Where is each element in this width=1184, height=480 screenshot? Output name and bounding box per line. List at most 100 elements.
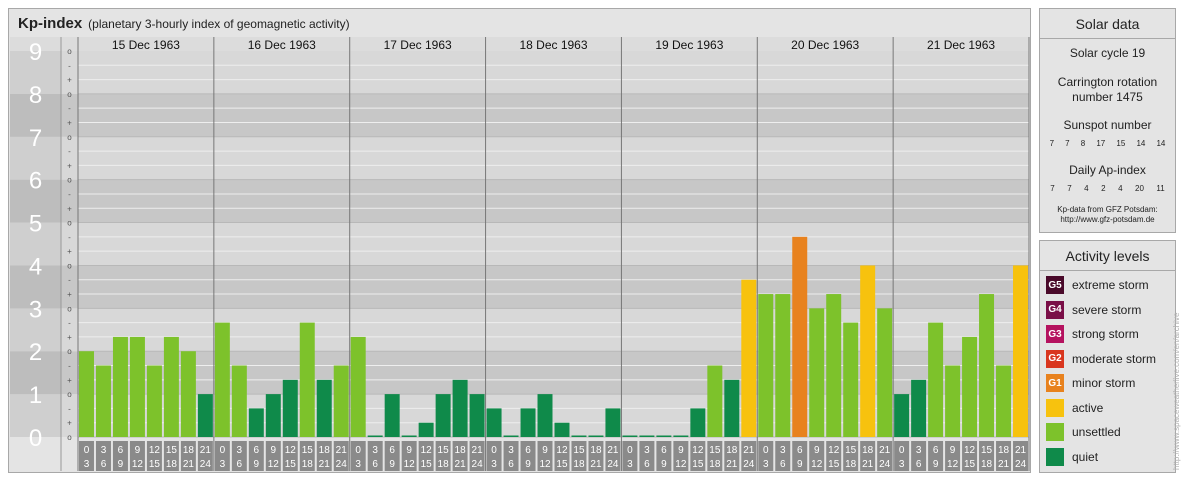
y-tick-label: 7 bbox=[29, 125, 42, 152]
minor-tick-label: - bbox=[68, 404, 71, 413]
interval-start-label: 3 bbox=[237, 445, 243, 456]
interval-end-label: 15 bbox=[149, 459, 161, 470]
kp-bar bbox=[214, 322, 230, 437]
interval-start-label: 18 bbox=[726, 445, 738, 456]
y-tick-label: 8 bbox=[29, 82, 42, 109]
kp-band bbox=[10, 51, 1029, 94]
interval-end-label: 21 bbox=[183, 459, 195, 470]
interval-start-label: 15 bbox=[981, 445, 993, 456]
kp-bar bbox=[588, 435, 604, 437]
interval-start-label: 18 bbox=[998, 445, 1010, 456]
interval-end-label: 12 bbox=[132, 459, 144, 470]
kp-bar bbox=[146, 365, 162, 437]
interval-start-label: 0 bbox=[84, 445, 90, 456]
kp-bar bbox=[418, 422, 434, 437]
watermark-url: http://www.spaceweatherlive.com/en/archi… bbox=[1172, 312, 1181, 470]
y-tick-label: 5 bbox=[29, 211, 42, 238]
interval-start-label: 12 bbox=[421, 445, 433, 456]
kp-bar bbox=[826, 294, 842, 437]
kp-bar bbox=[129, 336, 145, 437]
legend-label: active bbox=[1072, 400, 1104, 415]
interval-end-label: 3 bbox=[627, 459, 633, 470]
sunspot-value: 7 bbox=[1065, 139, 1070, 148]
kp-bar bbox=[503, 435, 519, 437]
carrington-line1: Carrington rotation bbox=[1057, 75, 1158, 89]
minor-tick-label: - bbox=[68, 147, 71, 156]
kp-bar bbox=[792, 236, 808, 437]
interval-end-label: 15 bbox=[556, 459, 568, 470]
interval-start-label: 18 bbox=[455, 445, 467, 456]
kp-bar bbox=[231, 365, 247, 437]
kp-bar bbox=[656, 435, 672, 437]
source-line2[interactable]: http://www.gfz-potsdam.de bbox=[1040, 215, 1175, 225]
interval-start-label: 15 bbox=[166, 445, 178, 456]
legend-swatch: G1 bbox=[1046, 374, 1064, 392]
minor-tick-label: o bbox=[67, 90, 72, 99]
kp-bar bbox=[775, 294, 791, 437]
interval-end-label: 18 bbox=[438, 459, 450, 470]
legend-swatch bbox=[1046, 447, 1064, 466]
kp-bar bbox=[707, 365, 723, 437]
minor-tick-label: o bbox=[67, 347, 72, 356]
interval-start-label: 9 bbox=[950, 445, 956, 456]
interval-end-label: 6 bbox=[372, 459, 378, 470]
interval-start-label: 0 bbox=[491, 445, 497, 456]
interval-end-label: 24 bbox=[879, 459, 891, 470]
legend-label: moderate storm bbox=[1072, 351, 1157, 366]
interval-end-label: 6 bbox=[644, 459, 650, 470]
legend-label: extreme storm bbox=[1072, 278, 1149, 292]
interval-end-label: 15 bbox=[421, 459, 433, 470]
kp-band bbox=[10, 93, 1029, 137]
kp-bar bbox=[979, 294, 995, 437]
ap-value: 7 bbox=[1067, 184, 1072, 193]
interval-end-label: 15 bbox=[828, 459, 840, 470]
interval-end-label: 24 bbox=[743, 459, 755, 470]
day-label: 21 Dec 1963 bbox=[927, 38, 995, 52]
interval-start-label: 6 bbox=[797, 445, 803, 456]
minor-tick-label: - bbox=[68, 104, 71, 113]
kp-bar-chart: o+-o+-o+-o+-o+-o+-o+-o+-o+-o0123456789 15… bbox=[10, 37, 1030, 471]
ap-value: 7 bbox=[1050, 184, 1055, 193]
kp-bar bbox=[758, 294, 774, 437]
legend-item: G2 moderate storm bbox=[1046, 349, 1156, 369]
interval-end-label: 3 bbox=[84, 459, 90, 470]
interval-end-label: 9 bbox=[797, 459, 803, 470]
sunspot-value: 14 bbox=[1136, 139, 1146, 148]
interval-start-label: 12 bbox=[692, 445, 704, 456]
interval-start-label: 15 bbox=[845, 445, 857, 456]
kp-band bbox=[10, 394, 1029, 437]
y-tick-label: 1 bbox=[29, 382, 42, 409]
kp-band bbox=[10, 351, 1029, 395]
interval-start-label: 15 bbox=[438, 445, 450, 456]
interval-start-label: 18 bbox=[319, 445, 331, 456]
interval-start-label: 6 bbox=[254, 445, 260, 456]
day-label: 19 Dec 1963 bbox=[655, 38, 723, 52]
legend-swatch: G3 bbox=[1046, 325, 1064, 343]
day-label: 18 Dec 1963 bbox=[519, 38, 587, 52]
interval-end-label: 3 bbox=[763, 459, 769, 470]
interval-start-label: 15 bbox=[709, 445, 721, 456]
legend-label: severe storm bbox=[1072, 302, 1142, 317]
interval-start-label: 21 bbox=[607, 445, 619, 456]
interval-end-label: 9 bbox=[254, 459, 260, 470]
kp-bar bbox=[265, 394, 281, 437]
minor-tick-label: - bbox=[68, 362, 71, 371]
legend-swatch: G5 bbox=[1046, 276, 1064, 294]
interval-end-label: 9 bbox=[525, 459, 531, 470]
interval-end-label: 24 bbox=[607, 459, 619, 470]
interval-start-label: 0 bbox=[220, 445, 226, 456]
activity-levels-panel: Activity levels G5 extreme storm G4 severe … bbox=[1039, 240, 1176, 473]
ap-values: 7 7 4 2 4 20 11 bbox=[1040, 184, 1175, 193]
ap-value: 2 bbox=[1101, 184, 1106, 193]
kp-bar bbox=[367, 435, 383, 437]
interval-end-label: 12 bbox=[268, 459, 280, 470]
interval-start-label: 6 bbox=[118, 445, 124, 456]
interval-start-label: 9 bbox=[814, 445, 820, 456]
minor-tick-label: o bbox=[67, 47, 72, 56]
minor-tick-label: - bbox=[68, 190, 71, 199]
interval-start-label: 21 bbox=[472, 445, 484, 456]
minor-tick-label: o bbox=[67, 304, 72, 313]
kp-band bbox=[10, 265, 1029, 309]
legend-label: unsettled bbox=[1072, 425, 1121, 439]
interval-end-label: 18 bbox=[573, 459, 585, 470]
